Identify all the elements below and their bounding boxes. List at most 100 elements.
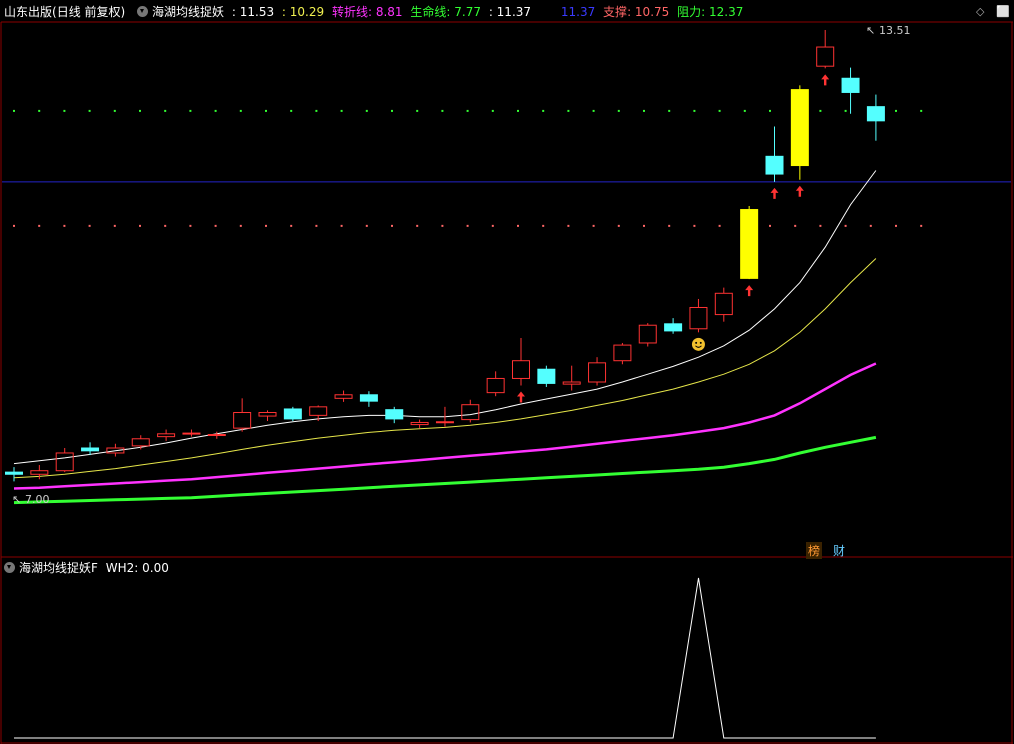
support-dot [416, 224, 419, 227]
indicator-menu-icon[interactable] [137, 6, 149, 17]
support-value: : 10.75 [627, 5, 670, 19]
resist-dot [391, 109, 393, 112]
life-value: : 7.77 [446, 5, 481, 19]
support-dot [189, 224, 192, 227]
support-dot [567, 224, 570, 227]
v5-value: : 11.37 [488, 5, 532, 19]
candle-body [207, 434, 226, 437]
support-dot [920, 224, 923, 227]
resist-dot [139, 109, 141, 112]
diamond-icon[interactable]: ◇ [976, 5, 984, 18]
support-dot [441, 224, 444, 227]
resist-dot [214, 109, 217, 112]
support-dot [693, 224, 696, 227]
smiley-eye [695, 341, 698, 344]
support-dot [113, 224, 116, 227]
support-dot [13, 224, 15, 227]
support-dot [88, 224, 91, 227]
support-dot [491, 224, 494, 227]
wh2-value: : 0.00 [134, 561, 169, 575]
resist-dot [920, 109, 923, 112]
candle-body [790, 89, 809, 167]
resist-dot [693, 109, 696, 112]
resist-dot [113, 109, 116, 112]
candle [283, 406, 302, 422]
support-dot [592, 224, 595, 227]
chart-header: 山东出版(日线 前复权) 海湖均线捉妖 : 11.53 : 10.29 转折线:… [4, 3, 747, 21]
sub-indicator-name[interactable]: 海湖均线捉妖F [19, 561, 98, 575]
support-dot [668, 224, 671, 227]
smiley-icon [691, 337, 705, 351]
resist-dot [668, 109, 671, 112]
candle-body [866, 106, 885, 122]
ma-mid-value: : 10.29 [281, 5, 325, 19]
high-label: 13.51 [879, 24, 911, 37]
blue-line-value: 11.37 [560, 5, 596, 19]
candle-body [283, 408, 302, 420]
candle-body [359, 394, 378, 402]
indicator-name[interactable]: 海湖均线捉妖 [152, 5, 224, 19]
turn-value: : 8.81 [367, 5, 403, 19]
resist-dot [88, 109, 91, 112]
resist-dot [290, 109, 293, 112]
support-dot [819, 224, 822, 227]
candle [537, 365, 556, 387]
support-dot [517, 224, 519, 227]
chart-canvas[interactable]: ↖ 13.51 ↖ 7.00 [0, 0, 1014, 744]
resist-value: : 12.37 [701, 5, 744, 19]
support-dot [290, 224, 293, 227]
resist-dot [239, 109, 242, 112]
resist-dot [441, 109, 444, 112]
candle-body [740, 209, 759, 279]
support-dot [617, 224, 620, 227]
candle-body [385, 409, 404, 420]
stock-name[interactable]: 山东出版 [4, 5, 52, 19]
candle-body [5, 471, 23, 475]
resist-dot [365, 109, 368, 112]
support-label: 支撑 [603, 5, 628, 19]
candle-body [664, 323, 683, 332]
life-label: 生命线 [410, 5, 447, 19]
resist-dot [643, 109, 645, 112]
candle-body [765, 155, 784, 175]
support-dot [38, 224, 41, 227]
rank-badge[interactable]: 榜 [806, 542, 823, 559]
candle [740, 206, 759, 280]
candle-body [81, 447, 100, 452]
resist-dot [491, 109, 494, 112]
resist-dot [542, 109, 545, 112]
resist-dot [567, 109, 570, 112]
support-dot [895, 224, 897, 227]
resist-label: 阻力 [677, 5, 702, 19]
resist-dot [718, 109, 721, 112]
support-dot [844, 224, 847, 227]
support-dot [365, 224, 368, 227]
candle-body [841, 77, 860, 93]
support-dot [643, 224, 645, 227]
resist-dot [819, 109, 822, 112]
wh2-label: WH2 [105, 561, 135, 575]
resist-dot [466, 109, 469, 112]
resist-dot [340, 109, 343, 112]
support-dot [239, 224, 242, 227]
support-dot [718, 224, 721, 227]
support-dot [391, 224, 393, 227]
high-arrow: ↖ [866, 24, 875, 37]
support-dot [63, 224, 66, 227]
resist-dot [743, 109, 746, 112]
turn-label: 转折线 [331, 5, 368, 19]
support-dot [869, 224, 872, 227]
sub-panel-header: 海湖均线捉妖F WH2: 0.00 [4, 559, 169, 576]
period-label[interactable]: (日线 前复权) [52, 5, 125, 19]
resist-dot [265, 109, 267, 112]
finance-badge[interactable]: 财 [831, 542, 847, 559]
ma-fast-value: : 11.53 [231, 5, 275, 19]
resist-dot [315, 109, 318, 112]
sub-indicator-menu-icon[interactable] [4, 562, 15, 573]
expand-icon[interactable]: ⬜ [996, 5, 1010, 18]
support-dot [340, 224, 343, 227]
resist-dot [13, 109, 15, 112]
resist-dot [895, 109, 897, 112]
candle [790, 85, 809, 180]
resist-dot [164, 109, 167, 112]
